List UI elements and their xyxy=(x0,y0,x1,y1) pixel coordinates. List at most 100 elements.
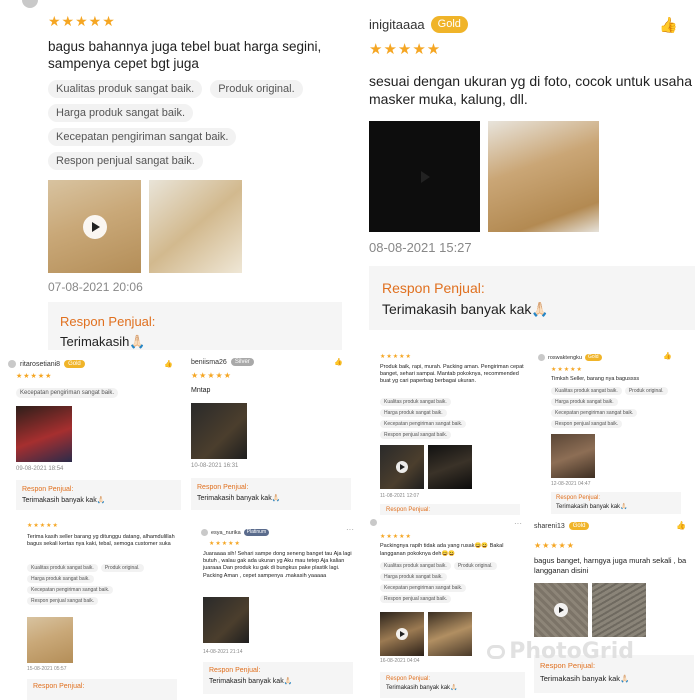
username[interactable]: ritarosetiani8 xyxy=(20,361,60,368)
thumbs-up-icon[interactable]: 👍 xyxy=(659,16,678,34)
media-row xyxy=(380,445,472,489)
reply-title: Respon Penjual: xyxy=(33,683,85,690)
reply-text: Terimakasih banyak kak🙏🏻 xyxy=(197,495,281,502)
thumbs-up-icon[interactable]: 👍 xyxy=(164,360,173,368)
seller-reply: Respon Penjual: xyxy=(380,504,520,515)
review-photo[interactable] xyxy=(27,617,73,663)
review-photo[interactable] xyxy=(191,403,247,459)
badge-gold: Gold xyxy=(64,360,85,369)
username[interactable]: shareni13 xyxy=(534,523,565,530)
chip[interactable]: Harga produk sangat baik. xyxy=(48,104,194,122)
play-icon[interactable] xyxy=(396,628,408,640)
review-date: 07-08-2021 20:06 xyxy=(48,280,143,294)
chip[interactable]: Produk original. xyxy=(453,562,497,570)
badge-gold: Gold xyxy=(568,522,590,531)
chip[interactable]: Kecepatan pengiriman sangat baik. xyxy=(48,128,237,146)
play-icon[interactable] xyxy=(396,461,408,473)
username[interactable]: roswaktengku xyxy=(548,355,582,361)
review-video[interactable] xyxy=(369,121,480,232)
rating-stars: ★★★★★ xyxy=(16,373,53,380)
review-text: Timksh Seller, barang nya bagussss xyxy=(551,376,640,382)
username[interactable]: beniisma26 xyxy=(191,359,227,366)
chip-list: Kualitas produk sangat baik. Produk orig… xyxy=(380,562,525,603)
chip[interactable]: Kecepatan pengiriman sangat baik. xyxy=(27,586,114,594)
username[interactable]: inigitaaaa xyxy=(369,17,425,32)
review-video[interactable] xyxy=(534,583,588,637)
thumbs-up-icon[interactable]: 👍 xyxy=(676,521,686,530)
chip[interactable]: Kecepatan pengiriman sangat baik. xyxy=(380,584,467,592)
media-row xyxy=(534,583,646,637)
review-date: 10-08-2021 16:31 xyxy=(191,463,239,469)
review-text: Mntap xyxy=(191,387,211,394)
chip[interactable]: Kualitas produk sangat baik. xyxy=(551,387,622,395)
chip[interactable]: Produk original. xyxy=(100,564,144,572)
chip[interactable]: Kualitas produk sangat baik. xyxy=(27,564,98,572)
seller-reply: Respon Penjual: Terimakasih banyak kak🙏🏻 xyxy=(551,492,681,514)
thumbs-up-icon[interactable]: 👍 xyxy=(663,352,672,360)
seller-reply: Respon Penjual: Terimakasih🙏🏻 xyxy=(48,302,342,350)
play-icon[interactable] xyxy=(554,603,568,617)
review-photo[interactable] xyxy=(428,445,472,489)
review-video[interactable] xyxy=(48,180,141,273)
review-video[interactable] xyxy=(380,612,424,656)
chip[interactable]: Kualitas produk sangat baik. xyxy=(380,398,451,406)
review-text: Produk baik, rapi, murah. Packing aman. … xyxy=(380,364,524,384)
review-date: 11-08-2021 12:07 xyxy=(380,493,420,499)
chip[interactable]: Kualitas produk sangat baik. xyxy=(48,80,203,98)
rating-stars: ★★★★★ xyxy=(209,541,241,547)
review-photo[interactable] xyxy=(203,597,249,643)
chip[interactable]: Kecepatan pengiriman sangat baik. xyxy=(380,420,467,428)
review-photo[interactable] xyxy=(488,121,599,232)
review-date: 15-08-2021 05:57 xyxy=(27,666,67,672)
reply-text: Terimakasih banyak kak🙏🏻 xyxy=(540,674,630,683)
review-text: bagus banget, harngya juga murah sekali … xyxy=(534,556,687,575)
chip-list: Kualitas produk sangat baik. Produk orig… xyxy=(27,564,177,605)
chip[interactable]: Produk original. xyxy=(210,80,303,98)
review-tile-bot-c: ··· ★★★★★ Packingnya rapih tidak ada yan… xyxy=(370,515,528,700)
media-row xyxy=(369,121,599,232)
username[interactable]: esya_nurika xyxy=(211,530,241,536)
review-text: Juaraaaa sih! Sehari sampe dong seneng b… xyxy=(203,551,352,579)
chip[interactable]: Respon penjual sangat baik. xyxy=(551,420,623,428)
watermark-text: PhotoGrid xyxy=(509,639,634,664)
review-photo[interactable] xyxy=(149,180,242,273)
rating-stars: ★★★★★ xyxy=(551,367,583,373)
user-row: esya_nurika Platinum xyxy=(201,529,270,536)
user-row: inigitaaaa Gold xyxy=(369,16,468,34)
chip[interactable]: Harga produk sangat baik. xyxy=(380,573,447,581)
review-photo[interactable] xyxy=(428,612,472,656)
play-icon[interactable] xyxy=(412,164,438,190)
play-icon[interactable] xyxy=(82,214,107,239)
review-photo[interactable] xyxy=(592,583,646,637)
chip[interactable]: Produk original. xyxy=(624,387,668,395)
chip[interactable]: Kecepatan pengiriman sangat baik. xyxy=(16,388,119,398)
rating-stars: ★★★★★ xyxy=(380,354,412,360)
review-photo[interactable] xyxy=(16,406,72,462)
more-icon[interactable]: ··· xyxy=(514,519,522,528)
rating-stars: ★★★★★ xyxy=(191,371,232,380)
reply-text: Terimakasih banyak kak🙏🏻 xyxy=(209,678,293,685)
chip[interactable]: Harga produk sangat baik. xyxy=(27,575,94,583)
review-text: bagus bahannya juga tebel buat harga seg… xyxy=(48,39,322,71)
avatar xyxy=(22,0,38,8)
chip[interactable]: Respon penjual sangat baik. xyxy=(380,431,452,439)
chip[interactable]: Kecepatan pengiriman sangat baik. xyxy=(551,409,638,417)
chip[interactable]: Kualitas produk sangat baik. xyxy=(380,562,451,570)
reply-title: Respon Penjual: xyxy=(22,486,74,493)
reply-title: Respon Penjual: xyxy=(386,676,431,682)
thumbs-up-icon[interactable]: 👍 xyxy=(334,358,343,366)
review-date: 14-08-2021 21:14 xyxy=(203,649,243,655)
avatar xyxy=(8,360,16,369)
chip[interactable]: Respon penjual sangat baik. xyxy=(380,595,452,603)
review-video[interactable] xyxy=(380,445,424,489)
seller-reply: Respon Penjual: xyxy=(27,679,177,700)
chip[interactable]: Harga produk sangat baik. xyxy=(380,409,447,417)
more-icon[interactable]: ··· xyxy=(346,525,354,534)
review-photo[interactable] xyxy=(551,434,595,478)
chip[interactable]: Harga produk sangat baik. xyxy=(551,398,618,406)
chip[interactable]: Respon penjual sangat baik. xyxy=(27,597,99,605)
review-tile-bot-b: esya_nurika Platinum ··· ★★★★★ Juaraaaa … xyxy=(195,515,360,700)
seller-reply: Respon Penjual: Terimakasih banyak kak🙏🏻 xyxy=(203,662,353,694)
review-date: 16-08-2021 04:04 xyxy=(380,658,420,664)
chip[interactable]: Respon penjual sangat baik. xyxy=(48,152,203,170)
